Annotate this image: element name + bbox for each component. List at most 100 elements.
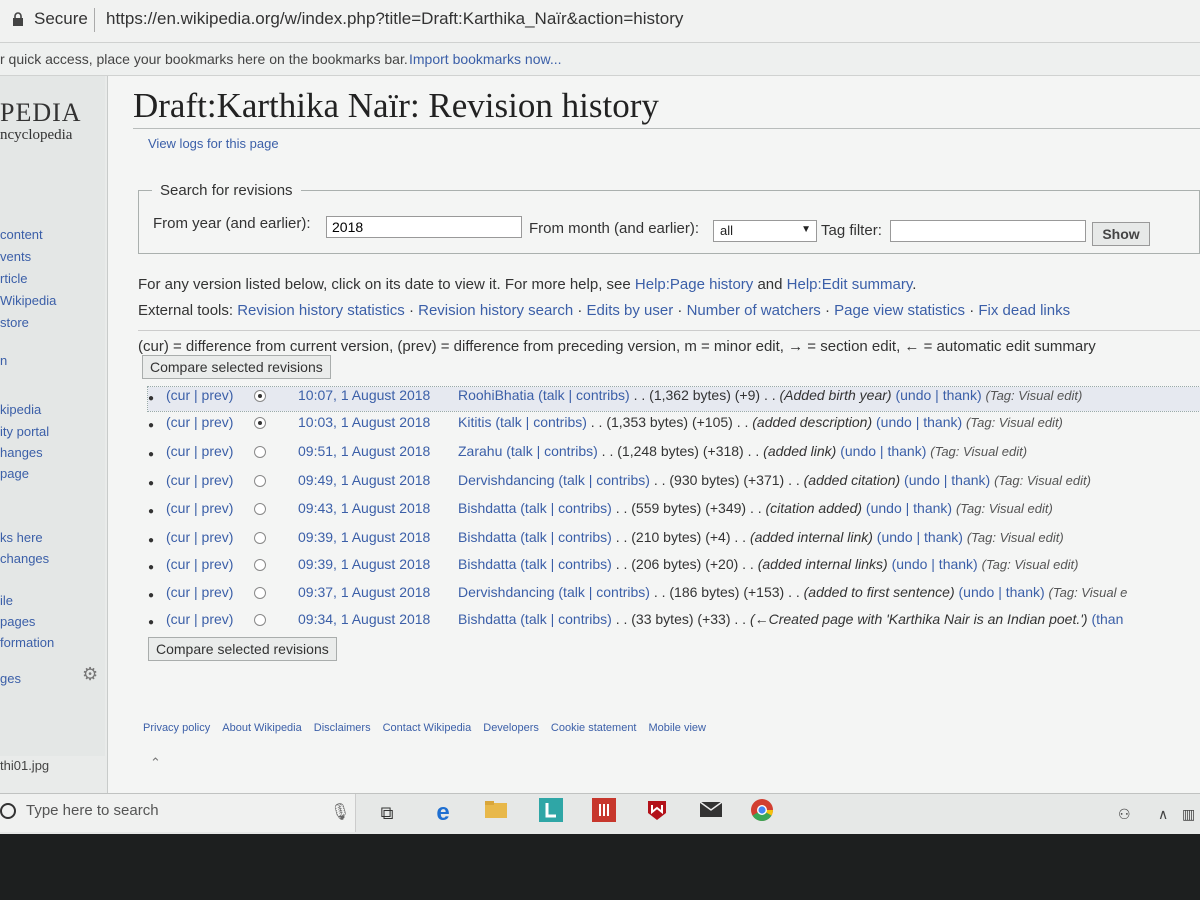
talk-contribs-links[interactable]: (talk | contribs) <box>520 500 612 516</box>
sidebar-item-related-changes[interactable]: changes <box>0 551 49 566</box>
sidebar-item-store[interactable]: store <box>0 315 29 330</box>
talk-contribs-links[interactable]: (talk | contribs) <box>558 472 650 488</box>
revision-date-link[interactable]: 09:49, 1 August 2018 <box>298 472 430 488</box>
mail-icon[interactable] <box>696 798 726 828</box>
revision-user-link[interactable]: Zarahu <box>458 443 502 459</box>
month-select[interactable]: all ▼ <box>713 220 817 242</box>
sidebar-item-contents[interactable]: content <box>0 227 43 242</box>
undo-thank-links[interactable]: (undo | thank) <box>876 414 962 430</box>
undo-thank-links[interactable]: (than <box>1091 611 1123 627</box>
help-page-history-link[interactable]: Help:Page history <box>635 276 753 293</box>
task-view-icon[interactable]: ⧉ <box>372 798 402 828</box>
cur-prev-links[interactable]: (cur | prev) <box>166 556 233 572</box>
talk-contribs-links[interactable]: (talk | contribs) <box>538 387 630 403</box>
undo-thank-links[interactable]: (undo | thank) <box>959 584 1045 600</box>
talk-contribs-links[interactable]: (talk | contribs) <box>520 556 612 572</box>
footer-about[interactable]: About Wikipedia <box>222 722 302 734</box>
cur-prev-links[interactable]: (cur | prev) <box>166 500 233 516</box>
talk-contribs-links[interactable]: (talk | contribs) <box>558 584 650 600</box>
cur-prev-links[interactable]: (cur | prev) <box>166 584 233 600</box>
revision-user-link[interactable]: Bishdatta <box>458 556 516 572</box>
revision-radio[interactable] <box>254 390 266 402</box>
revision-user-link[interactable]: Bishdatta <box>458 529 516 545</box>
revision-radio[interactable] <box>254 587 266 599</box>
tag-filter-input[interactable] <box>890 220 1086 242</box>
revision-date-link[interactable]: 09:39, 1 August 2018 <box>298 529 430 545</box>
revision-date-link[interactable]: 09:43, 1 August 2018 <box>298 500 430 516</box>
sidebar-item-languages[interactable]: ges <box>0 671 21 686</box>
view-logs-link[interactable]: View logs for this page <box>148 136 279 151</box>
footer-mobile-view[interactable]: Mobile view <box>649 722 706 734</box>
undo-thank-links[interactable]: (undo | thank) <box>840 443 926 459</box>
sidebar-item-contribution[interactable]: n <box>0 353 7 368</box>
mcafee-icon[interactable] <box>642 798 672 828</box>
store-tile-icon[interactable] <box>536 798 566 828</box>
revision-date-link[interactable]: 09:51, 1 August 2018 <box>298 443 430 459</box>
office-icon[interactable] <box>589 798 619 828</box>
people-icon[interactable]: ⚇ <box>1118 806 1131 823</box>
microphone-icon[interactable]: 🎙 <box>330 802 350 822</box>
cur-prev-links[interactable]: (cur | prev) <box>166 387 233 403</box>
sidebar-item-special-pages[interactable]: pages <box>0 614 35 629</box>
footer-contact[interactable]: Contact Wikipedia <box>383 722 472 734</box>
undo-thank-links[interactable]: (undo | thank) <box>895 387 981 403</box>
compare-revisions-button-top[interactable]: Compare selected revisions <box>142 355 331 379</box>
chevron-up-icon[interactable]: ⌃ <box>150 755 161 771</box>
tool-fix-dead-links[interactable]: Fix dead links <box>978 302 1070 319</box>
revision-user-link[interactable]: Dervishdancing <box>458 584 555 600</box>
sidebar-item-page-information[interactable]: formation <box>0 635 54 650</box>
url-text[interactable]: https://en.wikipedia.org/w/index.php?tit… <box>106 9 683 29</box>
talk-contribs-links[interactable]: (talk | contribs) <box>520 529 612 545</box>
footer-privacy-policy[interactable]: Privacy policy <box>143 722 210 734</box>
edge-icon[interactable]: e <box>428 798 458 828</box>
wikipedia-logo-text[interactable]: PEDIA <box>0 98 82 128</box>
sidebar-item-upload-file[interactable]: ile <box>0 593 13 608</box>
talk-contribs-links[interactable]: (talk | contribs) <box>495 414 587 430</box>
cur-prev-links[interactable]: (cur | prev) <box>166 443 233 459</box>
chevron-up-tray-icon[interactable]: ∧ <box>1158 806 1168 823</box>
sidebar-item-community-portal[interactable]: ity portal <box>0 424 49 439</box>
sidebar-item-events[interactable]: vents <box>0 249 31 264</box>
revision-date-link[interactable]: 10:07, 1 August 2018 <box>298 387 430 403</box>
footer-disclaimers[interactable]: Disclaimers <box>314 722 371 734</box>
tool-edits-by-user[interactable]: Edits by user <box>587 302 674 319</box>
revision-radio[interactable] <box>254 532 266 544</box>
footer-developers[interactable]: Developers <box>483 722 539 734</box>
revision-radio[interactable] <box>254 475 266 487</box>
tool-revision-history-statistics[interactable]: Revision history statistics <box>237 302 405 319</box>
import-bookmarks-link[interactable]: Import bookmarks now... <box>409 51 562 67</box>
revision-date-link[interactable]: 09:39, 1 August 2018 <box>298 556 430 572</box>
revision-user-link[interactable]: RoohiBhatia <box>458 387 534 403</box>
revision-radio[interactable] <box>254 503 266 515</box>
download-filename[interactable]: thi01.jpg <box>0 758 49 773</box>
revision-radio[interactable] <box>254 614 266 626</box>
revision-radio[interactable] <box>254 417 266 429</box>
sidebar-item-wikipedia[interactable]: kipedia <box>0 402 41 417</box>
help-edit-summary-link[interactable]: Help:Edit summary <box>787 276 913 293</box>
gear-icon[interactable]: ⚙ <box>82 664 98 685</box>
revision-date-link[interactable]: 09:34, 1 August 2018 <box>298 611 430 627</box>
revision-user-link[interactable]: Kititis <box>458 414 491 430</box>
chrome-icon[interactable] <box>747 798 777 828</box>
revision-radio[interactable] <box>254 446 266 458</box>
revision-date-link[interactable]: 10:03, 1 August 2018 <box>298 414 430 430</box>
revision-user-link[interactable]: Bishdatta <box>458 611 516 627</box>
cur-prev-links[interactable]: (cur | prev) <box>166 472 233 488</box>
show-button[interactable]: Show <box>1092 222 1150 246</box>
sidebar-item-about-wikipedia[interactable]: Wikipedia <box>0 293 56 308</box>
cortana-icon[interactable] <box>0 803 16 819</box>
undo-thank-links[interactable]: (undo | thank) <box>904 472 990 488</box>
sidebar-item-recent-changes[interactable]: hanges <box>0 445 43 460</box>
undo-thank-links[interactable]: (undo | thank) <box>866 500 952 516</box>
cur-prev-links[interactable]: (cur | prev) <box>166 611 233 627</box>
file-explorer-icon[interactable] <box>481 798 511 828</box>
taskbar-search-placeholder[interactable]: Type here to search <box>26 802 159 819</box>
undo-thank-links[interactable]: (undo | thank) <box>892 556 978 572</box>
revision-user-link[interactable]: Dervishdancing <box>458 472 555 488</box>
tool-page-view-statistics[interactable]: Page view statistics <box>834 302 965 319</box>
footer-cookie-statement[interactable]: Cookie statement <box>551 722 637 734</box>
undo-thank-links[interactable]: (undo | thank) <box>877 529 963 545</box>
network-icon[interactable]: ▥ <box>1182 806 1195 823</box>
cur-prev-links[interactable]: (cur | prev) <box>166 529 233 545</box>
year-input[interactable] <box>326 216 522 238</box>
